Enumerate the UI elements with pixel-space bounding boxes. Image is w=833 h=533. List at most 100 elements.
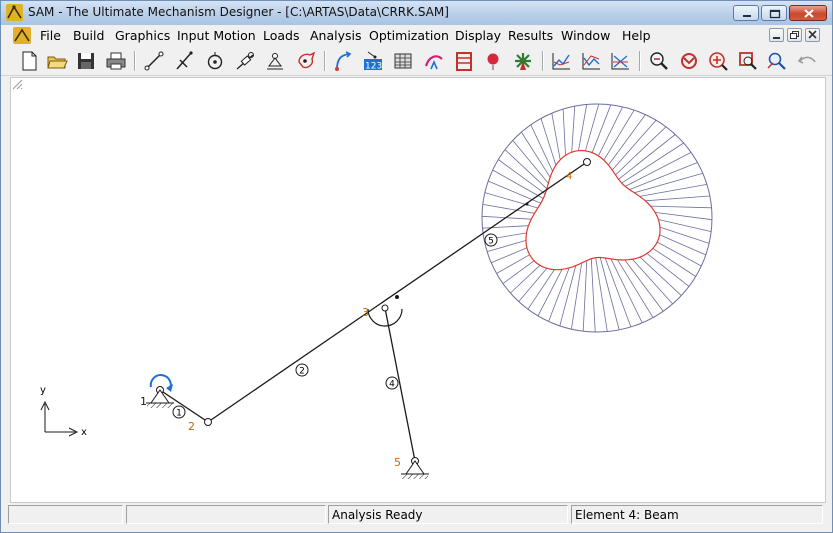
status-element: Element 4: Beam [571, 505, 823, 524]
numbered-nodes-icon[interactable]: 123 [362, 50, 384, 72]
node-label-3: 3 [362, 306, 369, 319]
envelope-hatch-line [571, 106, 576, 153]
node-label-1: 1 [140, 395, 147, 408]
zoom-out-icon[interactable] [648, 50, 670, 72]
app-window: SAM - The Ultimate Mechanism Designer - … [0, 0, 833, 533]
pan-icon[interactable] [678, 50, 700, 72]
cam-icon[interactable] [295, 50, 317, 72]
drawing-canvas[interactable]: 1 2 4 5 1 2 3 4 5 y x [10, 77, 826, 503]
hinge-icon[interactable] [204, 50, 226, 72]
menu-analysis[interactable]: Analysis [310, 28, 362, 43]
close-icon [804, 9, 814, 18]
element-label-1: 1 [172, 405, 186, 419]
menu-help[interactable]: Help [622, 28, 651, 43]
envelope-hatch-line [618, 134, 676, 180]
node-3[interactable] [381, 304, 389, 312]
toolbar-separator [134, 51, 136, 71]
menu-optimization[interactable]: Optimization [369, 28, 449, 43]
ground-support-5[interactable] [401, 457, 429, 480]
slider-icon[interactable] [234, 50, 256, 72]
menu-input-motion[interactable]: Input Motion [177, 28, 256, 43]
envelope-hatch-line [578, 104, 588, 151]
envelope-hatch-line [599, 257, 620, 331]
menu-display[interactable]: Display [455, 28, 501, 43]
save-icon[interactable] [75, 50, 97, 72]
svg-text:5: 5 [488, 237, 494, 247]
envelope-hatch-line [562, 109, 566, 156]
frame-icon[interactable] [453, 50, 475, 72]
new-file-icon[interactable] [18, 50, 40, 72]
sam-app-icon [6, 4, 23, 21]
beam-element-icon[interactable] [143, 50, 165, 72]
status-analysis: Analysis Ready [328, 505, 568, 524]
document-icon[interactable] [13, 27, 31, 44]
envelope-hatch-line [655, 212, 713, 221]
envelope-hatch-line [639, 184, 707, 197]
toolbar-separator [639, 51, 641, 71]
envelope-hatch-line [659, 234, 706, 256]
menu-build[interactable]: Build [73, 28, 104, 43]
envelope-hatch-line [571, 262, 583, 330]
menu-graphics[interactable]: Graphics [115, 28, 170, 43]
status-bar: Analysis Ready Element 4: Beam [1, 504, 832, 528]
axis-y-label: y [40, 385, 46, 396]
mechanism-links[interactable] [159, 161, 588, 462]
status-pane-2 [126, 505, 326, 524]
element-label-2: 2 [295, 363, 309, 377]
envelope-hatch-line [484, 192, 538, 209]
menu-loads[interactable]: Loads [263, 28, 300, 43]
coupler-envelope-hatch [481, 103, 713, 333]
envelope-hatch-line [652, 248, 696, 277]
svg-text:123: 123 [365, 62, 382, 72]
mdi-minimize-button[interactable] [769, 28, 784, 42]
maximize-button[interactable] [761, 5, 787, 21]
title-bar[interactable]: SAM - The Ultimate Mechanism Designer - … [1, 1, 832, 25]
resize-grip-icon[interactable] [11, 78, 23, 90]
ground-support-icon[interactable] [264, 50, 286, 72]
envelope-hatch-line [551, 113, 561, 160]
menu-file[interactable]: File [40, 28, 61, 43]
node-tip[interactable] [583, 158, 591, 166]
print-icon[interactable] [105, 50, 127, 72]
pump-icon[interactable] [423, 50, 445, 72]
color-balloon-icon[interactable] [482, 50, 504, 72]
node-2[interactable] [204, 418, 212, 426]
graph-xy3-icon[interactable] [609, 50, 631, 72]
svg-text:2: 2 [299, 367, 305, 377]
envelope-hatch-line [496, 254, 530, 274]
truss-element-icon[interactable] [173, 50, 195, 72]
graph-xy2-icon[interactable] [580, 50, 602, 72]
coupler-curve [525, 149, 661, 271]
menu-results[interactable]: Results [508, 28, 553, 43]
graph-xy-icon[interactable] [550, 50, 572, 72]
open-folder-icon[interactable] [46, 50, 68, 72]
menu-window[interactable]: Window [561, 28, 610, 43]
minimize-button[interactable] [733, 5, 759, 21]
mechanism-drawing[interactable]: 1 2 4 5 1 2 3 4 5 y x [11, 78, 825, 502]
toolbar-separator [542, 51, 544, 71]
envelope-hatch-line [610, 258, 643, 323]
node-mid [525, 202, 529, 206]
zoom-in-icon[interactable] [707, 50, 729, 72]
table-icon[interactable] [392, 50, 414, 72]
mdi-close-button[interactable] [805, 28, 820, 42]
mdi-restore-button[interactable] [787, 28, 802, 42]
envelope-hatch-line [582, 260, 588, 332]
envelope-hatch-line [650, 205, 712, 209]
undo-icon[interactable] [796, 50, 818, 72]
envelope-hatch-line [657, 241, 702, 267]
envelope-hatch-line [502, 260, 535, 284]
restore-icon [790, 31, 799, 39]
minimize-icon [773, 37, 780, 39]
zoom-extent-icon[interactable] [766, 50, 788, 72]
close-icon [808, 30, 817, 39]
close-button[interactable] [789, 5, 827, 21]
element-label-4: 4 [385, 376, 399, 390]
envelope-hatch-line [595, 257, 608, 332]
input-motion-icon[interactable] [332, 50, 354, 72]
windmill-icon[interactable] [512, 50, 534, 72]
node-coupler-point[interactable] [395, 295, 399, 299]
node-label-5: 5 [394, 456, 401, 469]
envelope-hatch-line [645, 195, 710, 202]
zoom-window-icon[interactable] [737, 50, 759, 72]
